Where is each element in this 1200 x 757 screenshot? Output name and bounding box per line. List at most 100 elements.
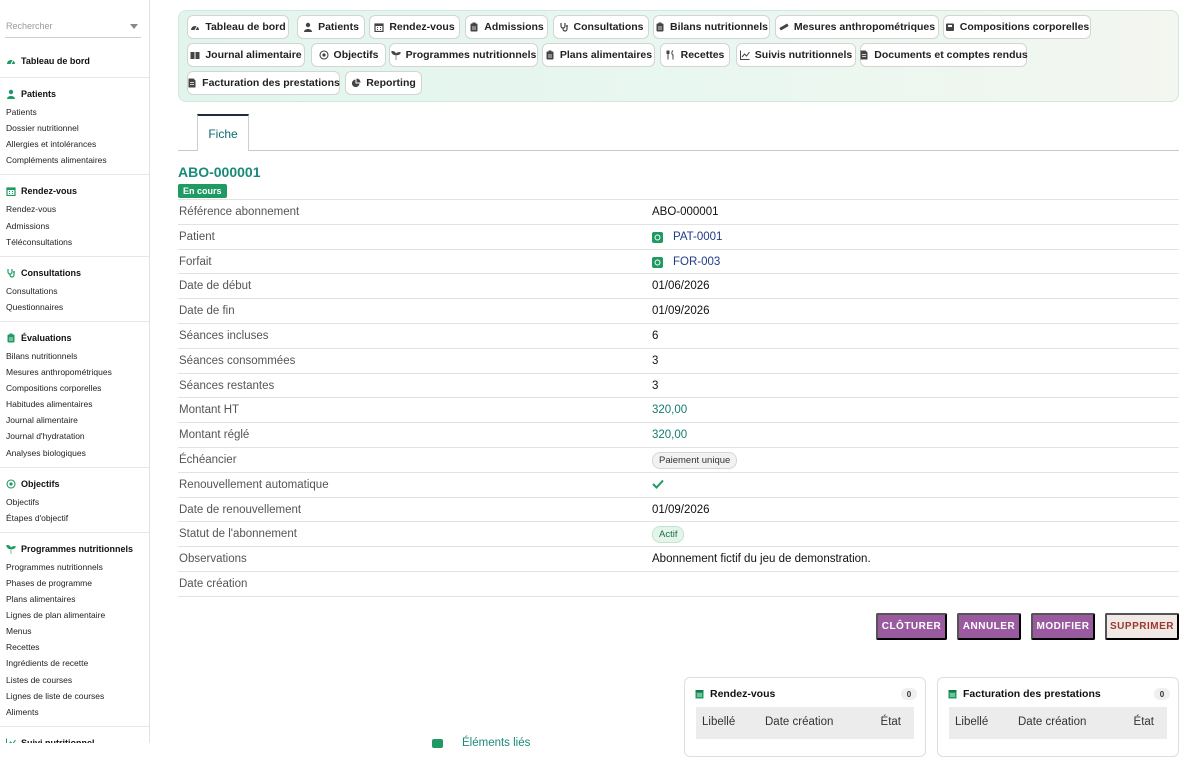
delete-button[interactable]: SUPPRIMER xyxy=(1105,613,1179,640)
clipboard-icon xyxy=(469,22,484,32)
sidebar-item[interactable]: Lignes de liste de courses xyxy=(6,691,104,701)
sidebar-item[interactable]: Étapes d'objectif xyxy=(6,513,68,523)
pie-chart-icon xyxy=(351,78,366,88)
nav-0[interactable]: Tableau de bord xyxy=(187,15,289,39)
nav-4[interactable]: Consultations xyxy=(553,15,649,39)
column-header[interactable]: Libellé xyxy=(702,716,735,728)
nav-3[interactable]: Admissions xyxy=(465,15,548,39)
cancel-button[interactable]: ANNULER xyxy=(957,613,1021,640)
nav-6[interactable]: Mesures anthropométriques xyxy=(775,15,939,39)
sidebar-section-3[interactable]: Consultations xyxy=(6,268,81,278)
field-row: Date de renouvellement 01/09/2026 xyxy=(178,497,1179,522)
sidebar-item[interactable]: Questionnaires xyxy=(6,302,63,312)
nav-16[interactable]: Reporting xyxy=(345,71,422,95)
nav-label: Objectifs xyxy=(333,49,379,61)
sidebar-section-title: Tableau de bord xyxy=(21,56,90,66)
nav-15[interactable]: Facturation des prestations xyxy=(187,71,340,95)
nav-14[interactable]: Documents et comptes rendus xyxy=(860,43,1028,67)
nav-7[interactable]: Compositions corporelles xyxy=(943,15,1091,39)
link-icon xyxy=(432,738,443,748)
field-label: Séances incluses xyxy=(179,330,269,342)
nav-5[interactable]: Bilans nutritionnels xyxy=(653,15,770,39)
sidebar-item[interactable]: Téléconsultations xyxy=(6,237,72,247)
sidebar-section-title: Patients xyxy=(21,89,57,99)
target-icon xyxy=(6,479,21,489)
sidebar-item[interactable]: Allergies et intolérances xyxy=(6,139,96,149)
column-header[interactable]: État xyxy=(881,716,901,728)
field-label: Séances restantes xyxy=(179,380,275,392)
sidebar-item[interactable]: Listes de courses xyxy=(6,675,72,685)
nav-10[interactable]: Programmes nutritionnels xyxy=(389,43,538,67)
link-icon xyxy=(652,256,663,268)
close-button[interactable]: CLÔTURER xyxy=(876,613,947,640)
chevron-down-icon[interactable] xyxy=(130,24,138,29)
field-link[interactable]: FOR-003 xyxy=(673,256,720,268)
clipboard-icon xyxy=(6,333,21,343)
record-title: ABO-000001 xyxy=(178,164,261,180)
sidebar-item[interactable]: Habitudes alimentaires xyxy=(6,399,92,409)
sidebar-section-1[interactable]: Patients xyxy=(6,89,56,99)
sidebar-item[interactable]: Rendez-vous xyxy=(6,204,56,214)
sidebar-item[interactable]: Ingrédients de recette xyxy=(6,658,88,668)
clipboard-icon xyxy=(655,22,670,32)
linked-items-label: Éléments liés xyxy=(462,737,531,749)
field-value-cell: 6 xyxy=(652,330,658,342)
nav-11[interactable]: Plans alimentaires xyxy=(542,43,655,67)
sidebar-item[interactable]: Analyses biologiques xyxy=(6,448,86,458)
sidebar-item[interactable]: Compositions corporelles xyxy=(6,383,101,393)
sidebar-item[interactable]: Aliments xyxy=(6,707,39,717)
sidebar-item[interactable]: Compléments alimentaires xyxy=(6,155,107,165)
sidebar-item[interactable]: Plans alimentaires xyxy=(6,594,75,604)
field-label: Date création xyxy=(179,578,248,590)
sidebar-item[interactable]: Lignes de plan alimentaire xyxy=(6,610,105,620)
document-icon xyxy=(187,78,202,88)
sidebar-section-6[interactable]: Programmes nutritionnels xyxy=(6,544,133,554)
field-label: Date de début xyxy=(179,280,252,292)
sidebar-item[interactable]: Consultations xyxy=(6,286,58,296)
sidebar-section-2[interactable]: Rendez-vous xyxy=(6,186,77,197)
sidebar-item[interactable]: Bilans nutritionnels xyxy=(6,351,77,361)
book-icon xyxy=(190,50,205,60)
chart-line-icon xyxy=(6,738,21,743)
field-row: Montant réglé 320,00 xyxy=(178,422,1179,447)
column-header[interactable]: État xyxy=(1134,716,1154,728)
field-link[interactable]: PAT-0001 xyxy=(673,231,722,243)
nav-label: Consultations xyxy=(573,21,644,33)
column-header[interactable]: Libellé xyxy=(955,716,988,728)
nav-1[interactable]: Patients xyxy=(297,15,365,39)
linked-items-header[interactable]: Éléments liés xyxy=(432,737,530,749)
sidebar-item[interactable]: Objectifs xyxy=(6,497,39,507)
tab-fiche[interactable]: Fiche xyxy=(197,114,249,151)
nav-9[interactable]: Objectifs xyxy=(311,43,386,67)
sidebar-section-5[interactable]: Objectifs xyxy=(6,479,60,489)
field-row: Séances incluses 6 xyxy=(178,323,1179,348)
user-icon xyxy=(6,89,21,99)
field-row: Montant HT 320,00 xyxy=(178,397,1179,422)
column-header[interactable]: Date création xyxy=(765,716,833,728)
sidebar-item[interactable]: Journal d'hydratation xyxy=(6,431,85,441)
field-row: Référence abonnement ABO-000001 xyxy=(178,199,1179,224)
nav-2[interactable]: Rendez-vous xyxy=(369,15,460,39)
nav-label: Tableau de bord xyxy=(205,21,286,33)
sidebar-item[interactable]: Patients xyxy=(6,107,37,117)
sidebar-item[interactable]: Mesures anthropométriques xyxy=(6,367,112,377)
nav-12[interactable]: Recettes xyxy=(660,43,730,67)
sidebar-item[interactable]: Admissions xyxy=(6,221,49,231)
sidebar-section-4[interactable]: Évaluations xyxy=(6,333,72,343)
edit-button[interactable]: MODIFIER xyxy=(1031,613,1095,640)
sidebar-item[interactable]: Programmes nutritionnels xyxy=(6,562,103,572)
sidebar-item[interactable]: Recettes xyxy=(6,642,40,652)
sidebar-item[interactable]: Menus xyxy=(6,626,32,636)
sidebar-item[interactable]: Phases de programme xyxy=(6,578,92,588)
field-value: 01/06/2026 xyxy=(652,280,710,292)
sidebar-section-7[interactable]: Suivi nutritionnel xyxy=(6,738,95,743)
sidebar-section-0[interactable]: Tableau de bord xyxy=(6,56,90,66)
field-label: Renouvellement automatique xyxy=(179,479,329,491)
column-header[interactable]: Date création xyxy=(1018,716,1086,728)
nav-8[interactable]: Journal alimentaire xyxy=(187,43,305,67)
nav-13[interactable]: Suivis nutritionnels xyxy=(736,43,856,67)
field-value-cell: 3 xyxy=(652,380,658,392)
sidebar-item[interactable]: Dossier nutritionnel xyxy=(6,123,79,133)
search-select[interactable]: Rechercher xyxy=(5,16,141,38)
sidebar-item[interactable]: Journal alimentaire xyxy=(6,415,78,425)
